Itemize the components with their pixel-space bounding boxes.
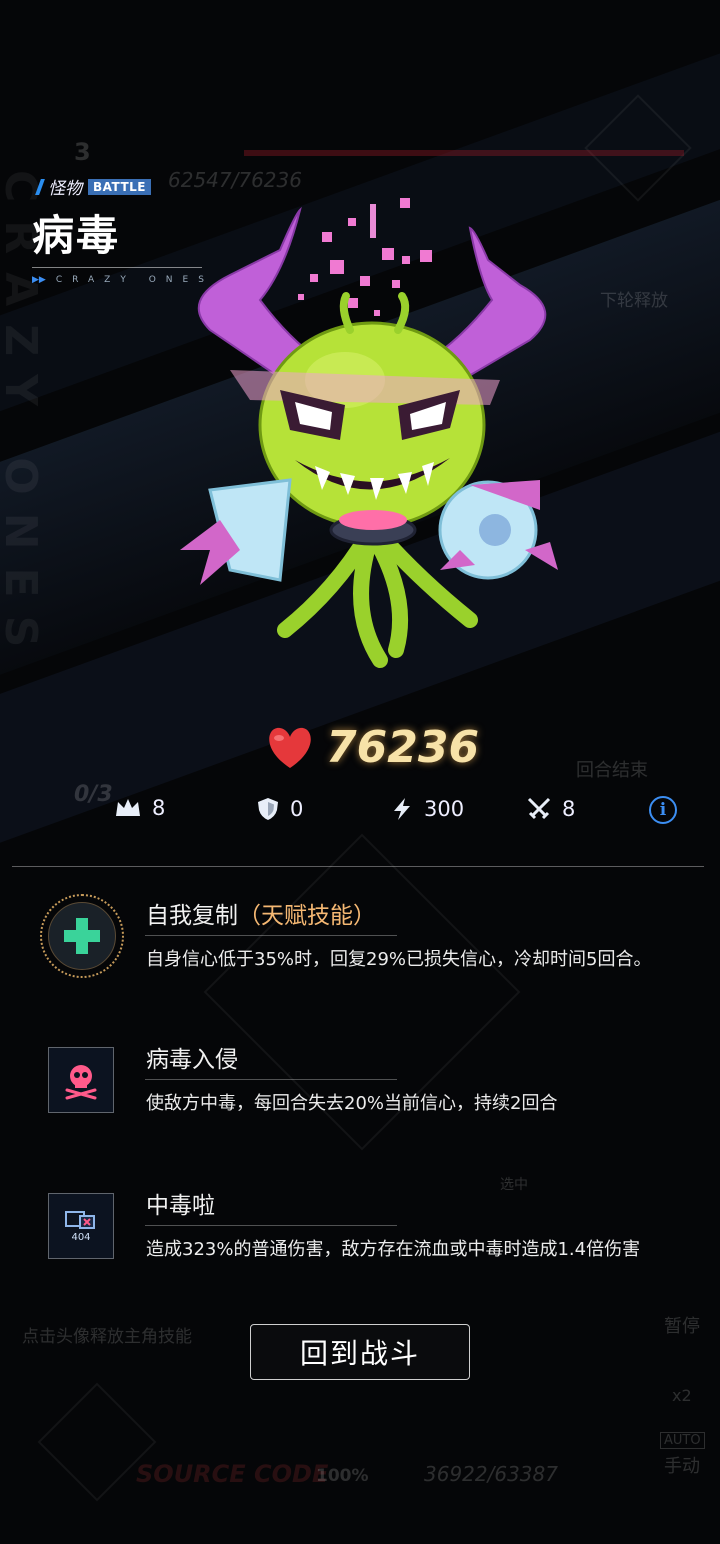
stat-lightning: 300 bbox=[390, 796, 464, 822]
bg-end-round: 回合结束 bbox=[576, 760, 648, 781]
category-label: 怪物 bbox=[48, 179, 82, 199]
bg-source-code: SOURCE CODE bbox=[136, 1460, 329, 1488]
section-divider bbox=[12, 866, 704, 867]
shield-icon bbox=[258, 798, 278, 820]
back-to-battle-button[interactable]: 回到战斗 bbox=[250, 1324, 470, 1380]
left-claw bbox=[180, 478, 292, 585]
skill-1-title: 自我复制 bbox=[146, 903, 238, 929]
bg-player-hp: 36922/63387 bbox=[424, 1462, 558, 1486]
bg-next-release: 下轮释放 bbox=[600, 291, 668, 311]
stat-shield: 0 bbox=[256, 796, 303, 822]
skill-2-underline bbox=[145, 1079, 397, 1080]
skill-1-name: 自我复制（天赋技能） bbox=[146, 896, 376, 930]
bg-enemy-hp: 62547/76236 bbox=[168, 168, 302, 192]
bg-speed: x2 bbox=[672, 1386, 692, 1405]
info-icon[interactable]: i bbox=[649, 796, 677, 824]
virus-monster-illustration bbox=[180, 198, 558, 668]
stat-lightning-value: 300 bbox=[424, 797, 465, 821]
lightning-icon bbox=[394, 798, 410, 820]
skill-2-name: 病毒入侵 bbox=[146, 1047, 238, 1073]
bg-percent: 100% bbox=[316, 1466, 369, 1486]
scroll-fade bbox=[0, 1262, 720, 1302]
hp-display: 76236 bbox=[266, 722, 479, 773]
skill-2-desc: 使敌方中毒，每回合失去20%当前信心，持续2回合 bbox=[146, 1093, 558, 1114]
stat-swords-value: 8 bbox=[562, 797, 576, 821]
bg-manual: 手动 bbox=[664, 1456, 700, 1477]
skill-3-icon-frame: 404 bbox=[48, 1193, 114, 1259]
crossed-swords-icon bbox=[527, 797, 551, 820]
skill-1-desc: 自身信心低于35%时，回复29%已损失信心，冷却时间5回合。 bbox=[146, 949, 652, 970]
bg-hint: 点击头像释放主角技能 bbox=[22, 1327, 192, 1347]
monster-name: 病毒 bbox=[32, 211, 121, 260]
bg-selected: 选中 bbox=[500, 1177, 528, 1193]
talent-skill-icon-frame bbox=[40, 894, 124, 978]
bg-round: 3 bbox=[74, 138, 91, 166]
skill-2-icon-frame bbox=[48, 1047, 114, 1113]
double-arrow-icon: ▶▶ bbox=[32, 275, 46, 285]
talent-tag: （天赋技能） bbox=[238, 903, 376, 929]
category-row: 怪物 BATTLE bbox=[35, 174, 151, 199]
skill-1-underline bbox=[145, 935, 397, 936]
bg-enemy-hp-bar bbox=[244, 150, 684, 156]
stat-crown-value: 8 bbox=[152, 796, 166, 820]
skill-3-name: 中毒啦 bbox=[146, 1193, 215, 1219]
bg-pause: 暂停 bbox=[664, 1316, 700, 1337]
battle-badge: BATTLE bbox=[88, 178, 151, 195]
error-404-icon: 404 bbox=[64, 1210, 98, 1243]
crown-icon bbox=[116, 799, 140, 816]
stat-swords: 8 bbox=[526, 796, 575, 822]
right-claw bbox=[438, 480, 558, 580]
monitor-glyph bbox=[65, 1210, 95, 1229]
bg-auto: AUTO bbox=[660, 1432, 705, 1449]
plus-cross-icon bbox=[64, 918, 100, 954]
skill-3-underline bbox=[145, 1225, 397, 1226]
error-404-text: 404 bbox=[71, 1231, 91, 1243]
talent-skill-icon-bg bbox=[48, 902, 116, 970]
heart-icon bbox=[269, 727, 311, 768]
stat-shield-value: 0 bbox=[290, 797, 304, 821]
hp-value: 76236 bbox=[326, 722, 480, 773]
stats-row: 8 0 300 8 bbox=[0, 796, 720, 836]
skull-icon bbox=[65, 1065, 97, 1100]
pixel-particles bbox=[298, 198, 432, 316]
stat-crown: 8 bbox=[114, 796, 165, 820]
